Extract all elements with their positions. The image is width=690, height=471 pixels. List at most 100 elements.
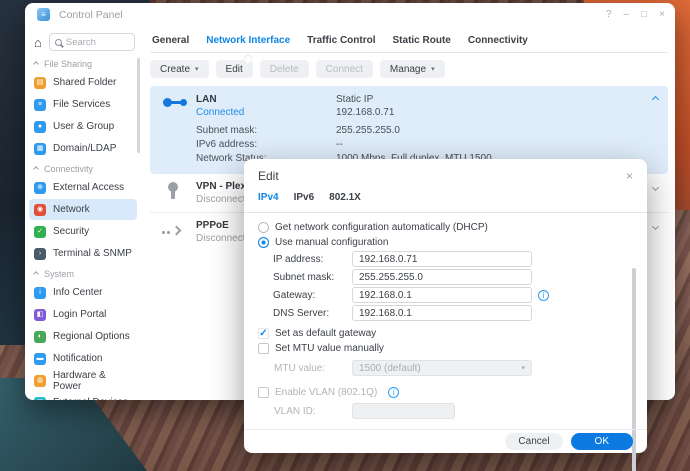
ip-address-field[interactable] <box>352 251 532 267</box>
notification-icon: ▬ <box>34 352 46 365</box>
info-center-icon: i <box>34 286 46 299</box>
section-header-connectivity[interactable]: Connectivity <box>25 160 141 176</box>
search-input[interactable] <box>65 36 129 48</box>
subnet-mask-row: Subnet mask: <box>258 268 629 286</box>
search-box[interactable] <box>48 33 135 51</box>
sidebar-item-regional-options[interactable]: ◐ Regional Options <box>29 326 137 347</box>
gateway-field[interactable] <box>352 287 532 303</box>
tab-static-route[interactable]: Static Route <box>393 35 451 52</box>
dialog-tab-bar: IPv4 IPv6 802.1X <box>244 185 647 213</box>
home-icon[interactable]: ⌂ <box>34 36 42 49</box>
minimize-icon[interactable]: – <box>624 9 630 21</box>
close-icon[interactable]: × <box>659 9 665 21</box>
sidebar-item-info-center[interactable]: i Info Center <box>29 282 137 303</box>
manual-radio-row[interactable]: Use manual configuration <box>258 235 629 250</box>
dialog-tab-ipv6[interactable]: IPv6 <box>294 192 315 203</box>
sidebar-item-external-devices[interactable]: ◫ External Devices <box>29 392 137 400</box>
titlebar: ≡ Control Panel ? – □ × <box>25 3 675 26</box>
info-icon[interactable]: i <box>538 289 549 301</box>
login-portal-icon: ◧ <box>34 308 46 321</box>
mtu-manual-row[interactable]: Set MTU value manually <box>258 341 629 356</box>
toolbar: Create ▾ Edit Delete Connect Manage ▾ <box>150 53 668 85</box>
sidebar-item-notification[interactable]: ▬ Notification <box>29 348 137 369</box>
mtu-manual-checkbox[interactable] <box>258 343 269 354</box>
dialog-body: Get network configuration automatically … <box>244 213 647 471</box>
vlan-id-row: VLAN ID: <box>258 402 629 420</box>
ip-address-row: IP address: <box>258 250 629 268</box>
delete-button[interactable]: Delete <box>259 60 309 78</box>
create-button[interactable]: Create ▾ <box>150 60 209 78</box>
terminal-snmp-icon: › <box>34 247 46 260</box>
dialog-title: Edit <box>258 169 279 183</box>
dhcp-radio[interactable] <box>258 222 269 233</box>
section-header-file-sharing[interactable]: File Sharing <box>25 55 141 71</box>
field-label: IP address: <box>273 253 324 265</box>
default-gateway-row[interactable]: ✓ Set as default gateway <box>258 326 629 341</box>
tab-network-interface[interactable]: Network Interface <box>206 35 290 52</box>
gateway-row: Gateway: i <box>258 286 629 304</box>
subnet-mask-field[interactable] <box>352 269 532 285</box>
dns-server-field[interactable] <box>352 305 532 321</box>
sidebar-item-external-access[interactable]: ⊕ External Access <box>29 177 137 198</box>
tab-general[interactable]: General <box>152 35 189 52</box>
sidebar-item-network[interactable]: ◉ Network <box>29 199 137 220</box>
sidebar-item-user-group[interactable]: ● User & Group <box>29 116 137 137</box>
mtu-value-select[interactable]: 1500 (default) ▾ <box>352 360 532 376</box>
hardware-power-icon: ◍ <box>34 374 46 387</box>
chevron-down-icon: ▾ <box>521 365 525 372</box>
manage-button[interactable]: Manage ▾ <box>379 60 445 78</box>
sidebar-item-file-services[interactable]: ≡ File Services <box>29 94 137 115</box>
vpn-key-icon <box>167 182 179 200</box>
control-panel-app-icon: ≡ <box>37 8 50 21</box>
edit-dialog: Edit × IPv4 IPv6 802.1X Get network conf… <box>244 159 647 471</box>
file-services-icon: ≡ <box>34 98 46 111</box>
chevron-down-icon: ▾ <box>195 66 199 73</box>
ok-button[interactable]: OK <box>570 433 633 450</box>
window-title: Control Panel <box>59 8 123 21</box>
mtu-value-row: MTU value: 1500 (default) ▾ <box>258 359 629 377</box>
maximize-icon[interactable]: □ <box>641 9 647 21</box>
sidebar-item-security[interactable]: ✓ Security <box>29 221 137 242</box>
vlan-enable-row[interactable]: Enable VLAN (802.1Q) i <box>258 385 629 400</box>
manual-config-radio[interactable] <box>258 237 269 248</box>
external-devices-icon: ◫ <box>34 396 46 400</box>
network-icon: ◉ <box>34 203 46 216</box>
sidebar-item-shared-folder[interactable]: ▤ Shared Folder <box>29 72 137 93</box>
field-label: DNS Server: <box>273 307 330 319</box>
vlan-id-field[interactable] <box>352 403 455 419</box>
sidebar: ⌂ File Sharing ▤ Shared Folder ≡ Fil <box>25 26 141 400</box>
sidebar-item-terminal-snmp[interactable]: › Terminal & SNMP <box>29 243 137 264</box>
tab-bar: General Network Interface Traffic Contro… <box>150 26 668 53</box>
desktop: ≡ Control Panel ? – □ × ⌂ Search File Sh… <box>0 0 690 471</box>
shared-folder-icon: ▤ <box>34 76 46 89</box>
lan-connection-icon <box>163 98 187 107</box>
dhcp-radio-row[interactable]: Get network configuration automatically … <box>258 220 629 235</box>
interface-name: LAN <box>196 94 217 105</box>
dns-server-row: DNS Server: <box>258 304 629 322</box>
field-label: Subnet mask: <box>273 271 335 283</box>
sidebar-scrollbar[interactable] <box>137 58 140 153</box>
collapse-icon <box>33 270 39 277</box>
field-label: Gateway: <box>273 289 316 301</box>
dialog-footer: Cancel OK <box>244 429 647 453</box>
help-icon[interactable]: ? <box>606 9 612 21</box>
collapse-icon <box>33 60 39 67</box>
dialog-close-icon[interactable]: × <box>626 170 633 182</box>
dialog-tab-8021x[interactable]: 802.1X <box>329 192 361 203</box>
section-header-system[interactable]: System <box>25 265 141 281</box>
chevron-down-icon: ▾ <box>431 66 435 73</box>
connect-button[interactable]: Connect <box>315 60 373 78</box>
detail-row: IPv6 address: -- <box>196 139 343 150</box>
domain-ldap-icon: ▦ <box>34 142 46 155</box>
info-icon[interactable]: i <box>388 387 400 398</box>
vlan-enable-checkbox[interactable] <box>258 387 269 398</box>
sidebar-item-login-portal[interactable]: ◧ Login Portal <box>29 304 137 325</box>
detail-row: Subnet mask: 255.255.255.0 <box>196 125 400 136</box>
dialog-tab-ipv4[interactable]: IPv4 <box>258 192 279 203</box>
sidebar-item-domain-ldap[interactable]: ▦ Domain/LDAP <box>29 138 137 159</box>
tab-traffic-control[interactable]: Traffic Control <box>307 35 375 52</box>
sidebar-item-hardware-power[interactable]: ◍ Hardware & Power <box>29 370 137 392</box>
cancel-button[interactable]: Cancel <box>505 433 563 450</box>
tab-connectivity[interactable]: Connectivity <box>468 35 528 52</box>
default-gateway-checkbox[interactable]: ✓ <box>258 328 269 339</box>
